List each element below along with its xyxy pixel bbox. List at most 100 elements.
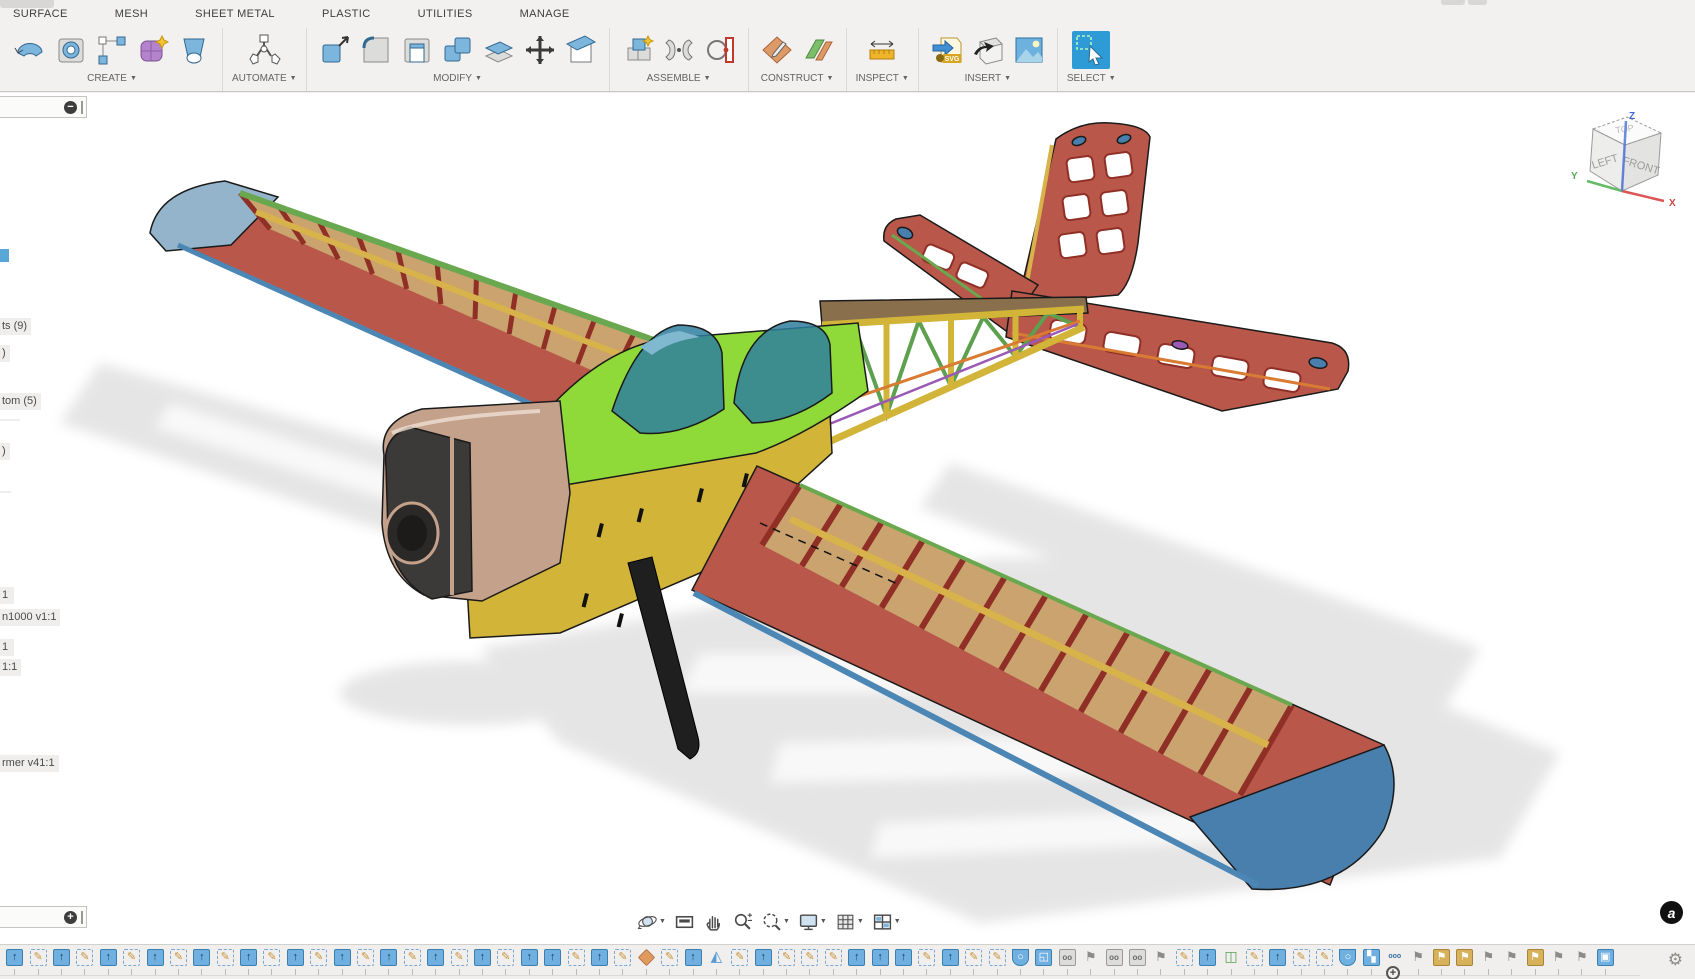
pan-icon[interactable] — [700, 909, 727, 934]
timeline-derive-icon[interactable]: ↑ — [685, 949, 702, 966]
timeline-feature-sketch[interactable]: ✎ — [260, 947, 283, 975]
timeline-flag-icon[interactable]: ⚑ — [1410, 949, 1427, 966]
timeline-flag-icon[interactable]: ⚑ — [1082, 949, 1099, 966]
timeline-flag-icon[interactable]: ⚑ — [1152, 949, 1169, 966]
timeline-feature-derive[interactable]: ↑ — [424, 947, 447, 975]
timeline-mirror-icon[interactable]: ◭ — [708, 949, 725, 966]
toolbar-group-label-inspect[interactable]: INSPECT▼ — [856, 73, 909, 84]
new-component-icon[interactable] — [619, 31, 657, 69]
timeline-feature-sketch[interactable]: ✎ — [26, 947, 49, 975]
fillet-icon[interactable] — [357, 31, 395, 69]
move-icon[interactable] — [521, 31, 559, 69]
timeline-sketch-icon[interactable]: ✎ — [965, 949, 982, 966]
timeline-combine-icon[interactable]: oo — [1129, 949, 1146, 966]
toolbar-group-label-select[interactable]: SELECT▼ — [1067, 73, 1116, 84]
view-cube[interactable]: TOP LEFT FRONT Y X Z — [1559, 107, 1687, 229]
timeline-derive-icon[interactable]: ↑ — [100, 949, 117, 966]
timeline-feature-flag[interactable]: ⚑ — [1079, 947, 1102, 975]
timeline-feature-flag[interactable]: ⚑ — [1406, 947, 1429, 975]
timeline-feature-flag[interactable]: ⚑ — [1570, 947, 1593, 975]
timeline-split-icon[interactable]: ◱ — [1035, 949, 1052, 966]
timeline-feature-join[interactable]: ▣ — [1594, 947, 1617, 975]
dropdown-caret-icon[interactable]: ▼ — [659, 918, 666, 925]
timeline-sketch-icon[interactable]: ✎ — [451, 949, 468, 966]
browser-tree-item[interactable]: ts (9) — [0, 318, 31, 335]
timeline-flag-tan-icon[interactable]: ⚑ — [1433, 949, 1450, 966]
timeline-derive-icon[interactable]: ↑ — [848, 949, 865, 966]
dropdown-caret-icon[interactable]: ▼ — [783, 918, 790, 925]
hole-icon[interactable] — [52, 31, 90, 69]
timeline-sketch-icon[interactable]: ✎ — [1246, 949, 1263, 966]
timeline-sketch-icon[interactable]: ✎ — [778, 949, 795, 966]
timeline-feature-mirror[interactable]: ◭ — [705, 947, 728, 975]
timeline-feature-sketch[interactable]: ✎ — [1289, 947, 1312, 975]
measure-icon[interactable] — [863, 31, 901, 69]
toolbar-group-label-automate[interactable]: AUTOMATE▼ — [232, 73, 297, 84]
collapse-minus-icon[interactable]: − — [64, 101, 77, 114]
browser-panel-collapse-bar-top[interactable]: − — [0, 96, 87, 118]
insert-svg-icon[interactable]: SVG — [928, 31, 966, 69]
timeline-sketch-icon[interactable]: ✎ — [1293, 949, 1310, 966]
midplane-icon[interactable] — [799, 31, 837, 69]
toolbar-group-label-assemble[interactable]: ASSEMBLE▼ — [647, 73, 711, 84]
zoom-window-icon[interactable]: ▼ — [758, 909, 793, 934]
timeline-feature-plane[interactable] — [635, 947, 658, 975]
timeline-flag-tan-icon[interactable]: ⚑ — [1527, 949, 1544, 966]
timeline-feature-flag-tan[interactable]: ⚑ — [1430, 947, 1453, 975]
timeline-feature-sketch[interactable]: ✎ — [447, 947, 470, 975]
dropdown-caret-icon[interactable]: ▼ — [894, 918, 901, 925]
split-body-icon[interactable] — [562, 31, 600, 69]
timeline-combine-icon[interactable]: oo — [1059, 949, 1076, 966]
timeline-sketch-icon[interactable]: ✎ — [1316, 949, 1333, 966]
timeline-sketch-icon[interactable]: ✎ — [30, 949, 47, 966]
pattern-icon[interactable] — [93, 31, 131, 69]
timeline-feature-derive[interactable]: ↑ — [377, 947, 400, 975]
timeline-flag-icon[interactable]: ⚑ — [1503, 949, 1520, 966]
browser-tree-item[interactable]: tom (5) — [0, 393, 41, 410]
tab-surface[interactable]: SURFACE — [13, 8, 68, 20]
timeline-sketch-icon[interactable]: ✎ — [614, 949, 631, 966]
timeline-hole-icon[interactable]: ○ — [1339, 949, 1356, 966]
timeline-feature-derive[interactable]: ↑ — [284, 947, 307, 975]
timeline-sketch-icon[interactable]: ✎ — [731, 949, 748, 966]
browser-panel-collapse-bar-bottom[interactable]: + — [0, 906, 87, 928]
timeline-feature-derive[interactable]: ↑ — [330, 947, 353, 975]
timeline-sketch-icon[interactable]: ✎ — [568, 949, 585, 966]
timeline-feature-sketch[interactable]: ✎ — [494, 947, 517, 975]
timeline-feature-sketch[interactable]: ✎ — [354, 947, 377, 975]
timeline-feature-sketch[interactable]: ✎ — [167, 947, 190, 975]
timeline-derive-icon[interactable]: ↑ — [147, 949, 164, 966]
timeline-sketch-icon[interactable]: ✎ — [989, 949, 1006, 966]
timeline-derive-icon[interactable]: ↑ — [380, 949, 397, 966]
timeline-sketch-icon[interactable]: ✎ — [801, 949, 818, 966]
model-viewport-3d[interactable] — [0, 93, 1695, 944]
timeline-combine-icon[interactable]: oo — [1106, 949, 1123, 966]
tab-mesh[interactable]: MESH — [115, 8, 148, 20]
timeline-settings-gear-icon[interactable]: ⚙ — [1668, 951, 1683, 968]
toolbar-group-label-construct[interactable]: CONSTRUCT▼ — [761, 73, 834, 84]
combine-icon[interactable] — [439, 31, 477, 69]
orbit-icon[interactable]: ▼ — [634, 909, 669, 934]
look-at-icon[interactable] — [671, 909, 698, 934]
timeline-feature-derive[interactable]: ↑ — [892, 947, 915, 975]
browser-tree-item[interactable]: ) — [0, 443, 10, 460]
timeline-feature-sketch[interactable]: ✎ — [1313, 947, 1336, 975]
timeline-feature-sketch[interactable]: ✎ — [985, 947, 1008, 975]
browser-tree-item[interactable]: 1 — [0, 587, 14, 604]
timeline-feature-hole[interactable]: ○ — [1009, 947, 1032, 975]
model-canvas[interactable]: − + ts (9))tom (5))1n1000 v1:111:1rmer v… — [0, 93, 1695, 944]
timeline-feature-flag-tan[interactable]: ⚑ — [1523, 947, 1546, 975]
timeline-feature-combine[interactable]: oo — [1126, 947, 1149, 975]
timeline-feature-derive[interactable]: ↑ — [518, 947, 541, 975]
display-settings-icon[interactable]: ▼ — [795, 909, 830, 934]
timeline-join-icon[interactable]: ▣ — [1597, 949, 1614, 966]
browser-tree-item[interactable]: 1 — [0, 639, 14, 656]
timeline-feature-derive[interactable]: ↑ — [845, 947, 868, 975]
offset-plane-icon[interactable] — [758, 31, 796, 69]
timeline-feature-hole[interactable]: ○ — [1336, 947, 1359, 975]
timeline-sketch-icon[interactable]: ✎ — [1176, 949, 1193, 966]
timeline-derive-icon[interactable]: ↑ — [755, 949, 772, 966]
browser-tree-item[interactable]: ) — [0, 345, 10, 362]
zoom-icon[interactable] — [729, 909, 756, 934]
timeline-sketch-icon[interactable]: ✎ — [404, 949, 421, 966]
